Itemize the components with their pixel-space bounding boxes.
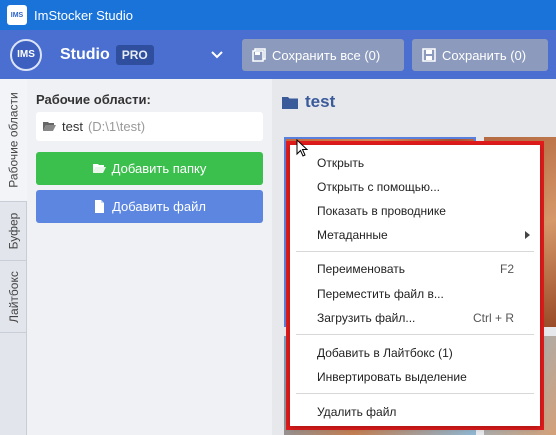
file-icon [95,200,105,213]
menu-item-upload-file[interactable]: Загрузить файл... Ctrl + R [290,306,540,330]
submenu-arrow-icon [525,231,530,239]
app-logo: IMS [7,5,27,25]
save-all-icon [252,48,266,62]
menu-item-metadata[interactable]: Метаданные [290,223,540,247]
menu-item-move-file[interactable]: Переместить файл в... [290,282,540,306]
menu-item-open[interactable]: Открыть [290,151,540,175]
menu-item-add-to-lightbox[interactable]: Добавить в Лайтбокс (1) [290,341,540,365]
menu-item-show-in-explorer[interactable]: Показать в проводнике [290,199,540,223]
folder-open-icon [92,164,106,173]
chevron-down-icon[interactable] [210,47,224,61]
workspace-panel: Рабочие области: test (D:\1\test) Добави… [27,79,272,435]
tab-buffer[interactable]: Буфер [0,202,27,261]
workspace-item[interactable]: test (D:\1\test) [36,112,263,141]
save-label: Сохранить (0) [442,47,527,63]
menu-item-delete-file[interactable]: Удалить файл [290,400,540,424]
panel-title: Рабочие области: [36,92,151,107]
workspace-path: (D:\1\test) [87,119,146,134]
add-file-label: Добавить файл [112,199,206,214]
side-tabs: Рабочие области Буфер Лайтбокс [0,79,27,435]
shortcut-label: Ctrl + R [472,311,514,325]
menu-item-invert-selection[interactable]: Инвертировать выделение [290,365,540,389]
save-icon [422,48,436,62]
save-button[interactable]: Сохранить (0) [412,39,548,71]
save-all-button[interactable]: Сохранить все (0) [242,39,404,71]
studio-label: Studio [60,45,110,63]
folder-icon [282,96,298,109]
window-title: ImStocker Studio [34,7,133,23]
menu-separator [296,334,534,335]
context-menu: Открыть Открыть с помощью... Показать в … [290,145,540,426]
pro-badge: PRO [115,44,154,65]
tab-lightbox[interactable]: Лайтбокс [0,261,27,333]
workspace-name: test [62,119,83,134]
add-folder-label: Добавить папку [111,161,207,176]
add-file-button[interactable]: Добавить файл [36,190,263,223]
tab-workspaces[interactable]: Рабочие области [0,79,27,202]
title-bar: IMS ImStocker Studio [0,0,556,30]
menu-separator [296,393,534,394]
app-header: IMS Studio PRO Сохранить все (0) Сохрани… [0,30,556,79]
menu-separator [296,251,534,252]
studio-switcher[interactable]: IMS Studio PRO [0,30,232,79]
menu-item-rename[interactable]: Переименовать F2 [290,257,540,281]
ims-badge: IMS [10,38,42,71]
folder-title-text: test [305,92,336,111]
menu-item-open-with[interactable]: Открыть с помощью... [290,175,540,199]
folder-title: test [282,92,335,112]
shortcut-label: F2 [499,262,514,276]
save-all-label: Сохранить все (0) [272,47,381,63]
add-folder-button[interactable]: Добавить папку [36,152,263,185]
folder-open-icon [43,122,56,131]
mouse-cursor-icon [296,139,308,157]
